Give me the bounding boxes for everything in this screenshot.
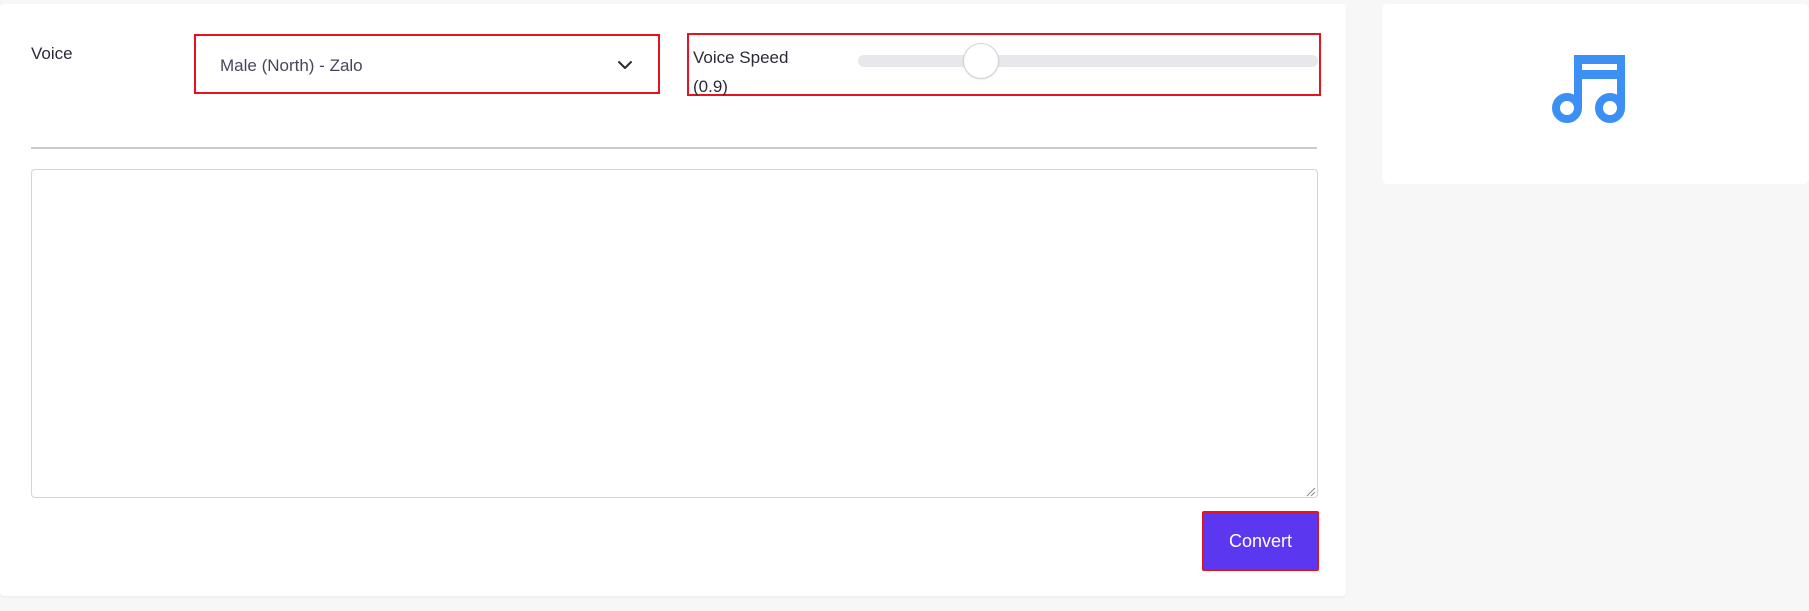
voice-select[interactable]: Male (North) - Zalo — [194, 34, 660, 94]
resize-handle-icon[interactable] — [1304, 484, 1316, 497]
voice-label: Voice — [31, 44, 73, 63]
music-note-icon — [1550, 48, 1630, 128]
voice-speed-label: Voice Speed (0.9) — [693, 43, 843, 101]
convert-button[interactable]: Convert — [1202, 511, 1319, 571]
text-input[interactable] — [31, 169, 1318, 498]
tts-form-card: Voice Male (North) - Zalo Voice Speed (0… — [0, 4, 1346, 596]
voice-speed-value: (0.9) — [693, 77, 728, 96]
voice-speed-control: Voice Speed (0.9) — [687, 33, 1321, 96]
voice-speed-slider-thumb[interactable] — [962, 43, 999, 79]
voice-select-value: Male (North) - Zalo — [220, 56, 363, 75]
divider — [31, 147, 1317, 149]
chevron-down-icon — [616, 56, 634, 74]
voice-speed-slider[interactable] — [858, 43, 1318, 79]
voice-speed-title: Voice Speed — [693, 48, 789, 67]
audio-preview-card — [1382, 4, 1809, 184]
